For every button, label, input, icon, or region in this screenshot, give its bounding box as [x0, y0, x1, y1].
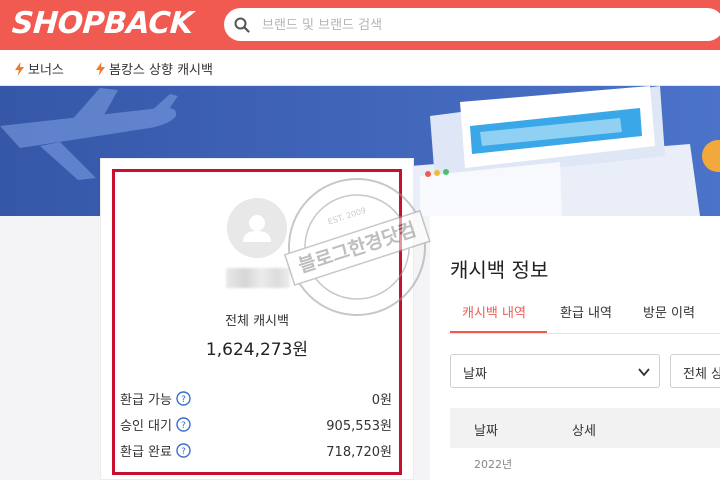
- tab-visit-history[interactable]: 방문 이력: [643, 302, 695, 321]
- page-title: 캐시백 정보: [450, 258, 549, 282]
- date-filter-select[interactable]: 날짜: [450, 354, 660, 388]
- year-group-label: 2022년: [474, 458, 513, 471]
- date-filter-value: 날짜: [463, 367, 487, 382]
- svg-text:?: ?: [181, 421, 186, 431]
- watermark-stamp: 블로그한경닷컴 EST. 2009: [283, 178, 431, 316]
- active-tab-indicator: [450, 331, 547, 333]
- tab-refund-history[interactable]: 환급 내역: [560, 302, 612, 321]
- username-blurred: [226, 268, 290, 288]
- row-value: 718,720원: [326, 445, 392, 460]
- top-bar: SHOPBACK: [0, 0, 720, 50]
- subnav-item-spring-cashback[interactable]: 봄캉스 상향 캐시백: [95, 59, 213, 78]
- column-header-detail: 상세: [572, 424, 596, 439]
- subnav-item-label: 보너스: [28, 63, 64, 78]
- avatar[interactable]: [227, 198, 287, 258]
- status-filter-value: 전체 상: [683, 367, 720, 382]
- row-label: 환급 가능: [120, 393, 172, 408]
- lightning-icon: [96, 61, 105, 76]
- svg-text:EST. 2009: EST. 2009: [327, 206, 367, 227]
- cashback-row-refundable: 환급 가능 ? 0원: [120, 389, 392, 408]
- help-icon[interactable]: ?: [176, 443, 191, 458]
- cashback-row-pending: 승인 대기 ? 905,553원: [120, 415, 392, 434]
- row-label: 환급 완료: [120, 445, 172, 460]
- total-cashback-value: 1,624,273원: [205, 340, 309, 360]
- chevron-down-icon: [638, 368, 650, 377]
- search-box[interactable]: [224, 8, 720, 41]
- svg-text:?: ?: [181, 447, 186, 457]
- sub-navigation: 보너스 봄캉스 상향 캐시백: [0, 50, 720, 86]
- column-header-date: 날짜: [474, 424, 498, 439]
- tab-cashback-history[interactable]: 캐시백 내역: [462, 302, 526, 321]
- user-icon: [227, 198, 287, 258]
- cashback-row-refunded: 환급 완료 ? 718,720원: [120, 441, 392, 460]
- row-label: 승인 대기: [120, 419, 172, 434]
- svg-text:?: ?: [181, 395, 186, 405]
- row-value: 0원: [371, 393, 392, 408]
- status-filter-select[interactable]: 전체 상: [670, 354, 720, 388]
- subnav-item-label: 봄캉스 상향 캐시백: [109, 63, 213, 78]
- search-input[interactable]: [262, 14, 702, 36]
- lightning-icon: [15, 61, 24, 76]
- shopback-logo[interactable]: SHOPBACK: [11, 6, 194, 41]
- subnav-item-bonus[interactable]: 보너스: [14, 59, 64, 78]
- row-value: 905,553원: [326, 419, 392, 434]
- help-icon[interactable]: ?: [176, 417, 191, 432]
- help-icon[interactable]: ?: [176, 391, 191, 406]
- search-icon[interactable]: [234, 17, 250, 33]
- table-header: 날짜 상세: [450, 408, 720, 448]
- cashback-tabs: 캐시백 내역 환급 내역 방문 이력: [450, 298, 720, 334]
